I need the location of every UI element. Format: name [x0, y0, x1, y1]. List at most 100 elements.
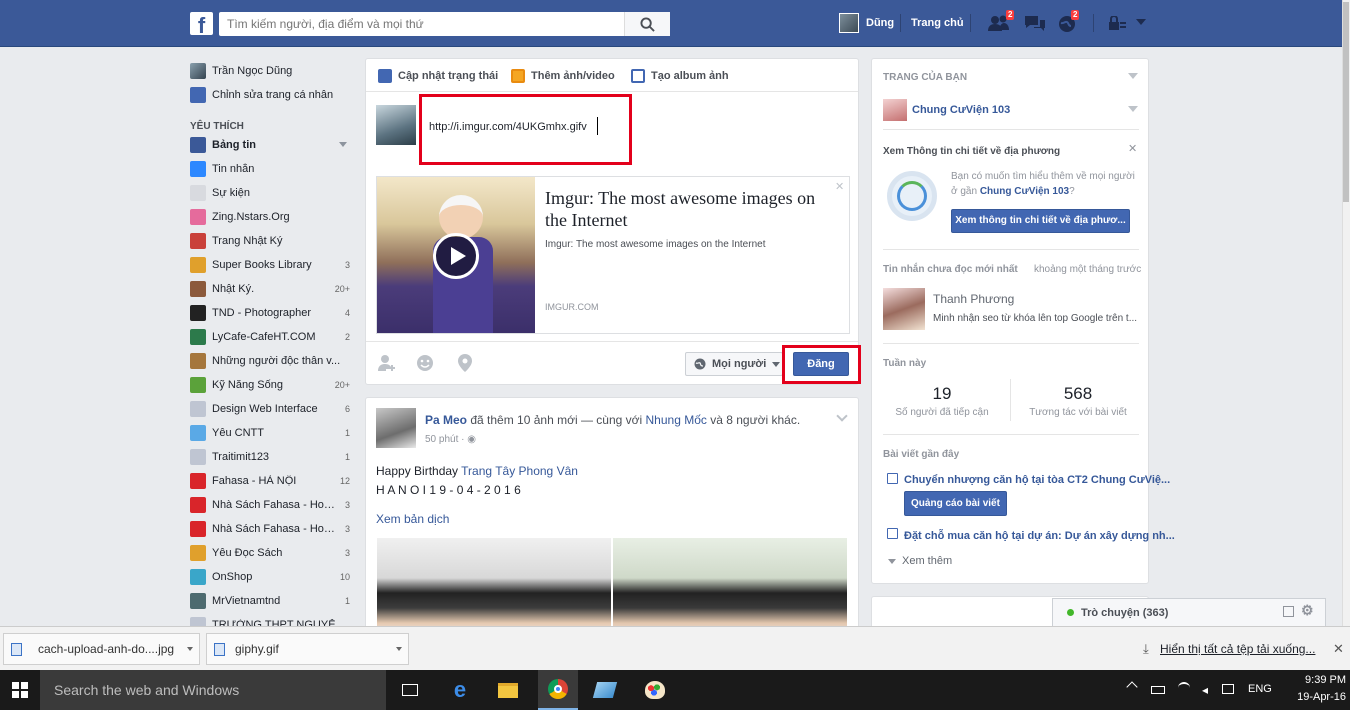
account-menu-button[interactable] [1136, 19, 1146, 25]
sidebar-item[interactable]: Nhật Ký. 20+ [190, 280, 350, 298]
tab-add-photo[interactable]: Thêm ảnh/video [511, 69, 615, 83]
file-explorer-icon[interactable] [493, 676, 523, 704]
post-photo-2[interactable] [613, 538, 847, 638]
notifications-button[interactable]: 2 [1057, 10, 1081, 34]
post-others[interactable]: và 8 người khác. [707, 413, 800, 427]
paint-icon[interactable] [640, 676, 670, 704]
audience-selector[interactable]: Mọi người [685, 352, 783, 376]
show-hidden-icons-button[interactable] [1126, 681, 1138, 693]
taskbar-search-box[interactable]: Search the web and Windows [40, 670, 386, 710]
sidebar-item[interactable]: Super Books Library 3 [190, 256, 350, 274]
sidebar-item[interactable]: Yêu Đọc Sách 3 [190, 544, 350, 562]
privacy-shortcuts-button[interactable] [1108, 15, 1128, 32]
link-preview[interactable]: Imgur: The most awesome images on the In… [376, 176, 850, 334]
location-pin-icon[interactable] [458, 354, 472, 375]
unread-sender-name[interactable]: Thanh Phương [933, 292, 1014, 306]
edit-profile-link[interactable]: Chỉnh sửa trang cá nhân [190, 86, 350, 104]
tab-status-update[interactable]: Cập nhật trạng thái [378, 69, 498, 83]
sidebar-item[interactable]: OnShop 10 [190, 568, 350, 586]
chevron-down-icon[interactable] [396, 647, 402, 651]
download-item-1[interactable]: cach-upload-anh-do....jpg [3, 633, 200, 665]
clock-time[interactable]: 9:39 PM [1296, 674, 1346, 686]
close-downloads-icon[interactable]: ✕ [1333, 641, 1344, 657]
sidebar-item[interactable]: Nhà Sách Fahasa - Hoàn... 3 [190, 496, 350, 514]
sidebar-item[interactable]: Những người độc thân v... [190, 352, 350, 370]
messages-button[interactable] [1024, 14, 1048, 34]
snipping-tool-icon[interactable] [590, 676, 620, 704]
post-author-avatar[interactable] [376, 408, 416, 448]
divider [883, 343, 1139, 344]
sidebar-item[interactable]: LyCafe-CafeHT.COM 2 [190, 328, 350, 346]
download-item-2[interactable]: giphy.gif [206, 633, 409, 665]
search-input[interactable] [219, 12, 619, 36]
profile-link[interactable]: Dũng [866, 17, 894, 29]
edge-browser-icon[interactable]: e [445, 676, 475, 704]
task-view-icon[interactable] [395, 676, 425, 704]
chrome-browser-icon[interactable] [538, 670, 578, 710]
recent-post-1-link[interactable]: Chuyển nhượng căn hộ tại tòa CT2 Chung C… [904, 474, 1170, 486]
chevron-down-icon[interactable] [187, 647, 193, 651]
sidebar-item[interactable]: Yêu CNTT 1 [190, 424, 350, 442]
post-options-icon[interactable] [836, 410, 848, 422]
news-feed-options-icon[interactable] [339, 142, 347, 147]
sidebar-item-label: Tin nhắn [212, 163, 255, 175]
profile-avatar[interactable] [839, 13, 859, 33]
people-reached-value[interactable]: 19 [883, 384, 1001, 404]
sidebar-item[interactable]: Design Web Interface 6 [190, 400, 350, 418]
sidebar-item[interactable]: TND - Photographer 4 [190, 304, 350, 322]
sidebar-item[interactable]: Traitimit123 1 [190, 448, 350, 466]
search-button[interactable] [624, 12, 670, 36]
chat-bar[interactable]: Trò chuyện (363) ⚙ [1052, 598, 1326, 626]
new-message-icon[interactable] [1283, 606, 1294, 617]
boost-post-button[interactable]: Quảng cáo bài viết [904, 491, 1007, 516]
sidebar-item[interactable]: Bảng tin [190, 136, 350, 154]
sidebar-item[interactable]: MrVietnamtnd 1 [190, 592, 350, 610]
gear-icon[interactable]: ⚙ [1301, 602, 1314, 619]
page-avatar[interactable] [883, 99, 907, 121]
close-local-insights-icon[interactable]: ✕ [1128, 142, 1137, 155]
mentioned-page-link[interactable]: Trang Tây Phong Vân [461, 464, 578, 478]
sidebar-item[interactable]: Sự kiện [190, 184, 350, 202]
input-language[interactable]: ENG [1248, 683, 1272, 695]
sidebar-item[interactable]: Kỹ Năng Sống 20+ [190, 376, 350, 394]
start-button[interactable] [5, 676, 35, 704]
post-photo-1[interactable] [377, 538, 611, 638]
volume-icon[interactable]: ◂ [1202, 683, 1208, 697]
see-more-link[interactable]: Xem thêm [888, 555, 952, 567]
tagged-friend-link[interactable]: Nhung Mốc [646, 413, 707, 427]
wifi-icon[interactable] [1178, 682, 1190, 694]
post-timestamp[interactable]: 50 phút · ◉ [425, 434, 476, 445]
see-translation-link[interactable]: Xem bản dịch [376, 512, 449, 526]
sidebar-item-icon [190, 521, 206, 537]
clock-date[interactable]: 19-Apr-16 [1290, 691, 1346, 703]
friend-requests-button[interactable]: 2 [988, 10, 1015, 34]
scrollbar-thumb[interactable] [1343, 2, 1349, 202]
page-scrollbar[interactable] [1342, 0, 1350, 626]
facebook-logo-icon[interactable]: f [190, 12, 213, 35]
pages-options-icon[interactable] [1128, 73, 1138, 79]
tab-create-album[interactable]: Tạo album ảnh [631, 69, 729, 83]
home-link[interactable]: Trang chủ [911, 17, 964, 29]
page-options-icon[interactable] [1128, 106, 1138, 112]
sidebar-item[interactable]: Nhà Sách Fahasa - Hoàn... 3 [190, 520, 350, 538]
action-center-icon[interactable] [1222, 684, 1234, 694]
recent-post-2-link[interactable]: Đặt chỗ mua căn hộ tại dự án: Dự án xây … [904, 530, 1175, 542]
local-insights-page-link[interactable]: Chung CưViện 103 [980, 186, 1069, 197]
profile-link[interactable]: Trần Ngọc Dũng [190, 62, 350, 80]
sidebar-item[interactable]: Trang Nhật Ký [190, 232, 350, 250]
preview-title[interactable]: Imgur: The most awesome images on the In… [545, 187, 835, 231]
sidebar-item[interactable]: Zing.Nstars.Org [190, 208, 350, 226]
page-name-link[interactable]: Chung CưViện 103 [912, 104, 1010, 116]
remove-preview-icon[interactable]: ✕ [835, 180, 844, 193]
tag-friends-icon[interactable] [378, 354, 398, 375]
sidebar-item[interactable]: Tin nhắn [190, 160, 350, 178]
post-engagement-value[interactable]: 568 [1017, 384, 1139, 404]
battery-icon[interactable] [1151, 686, 1165, 694]
view-local-insights-button[interactable]: Xem thông tin chi tiết về địa phươ... [951, 209, 1130, 233]
feeling-icon[interactable] [416, 354, 434, 375]
play-video-button[interactable] [433, 233, 479, 279]
show-all-downloads-link[interactable]: Hiển thị tất cả tệp tải xuống... [1160, 642, 1315, 656]
sidebar-item[interactable]: Fahasa - HÀ NỘI 12 [190, 472, 350, 490]
post-author-link[interactable]: Pa Meo [425, 413, 467, 427]
unread-avatar[interactable] [883, 288, 925, 330]
